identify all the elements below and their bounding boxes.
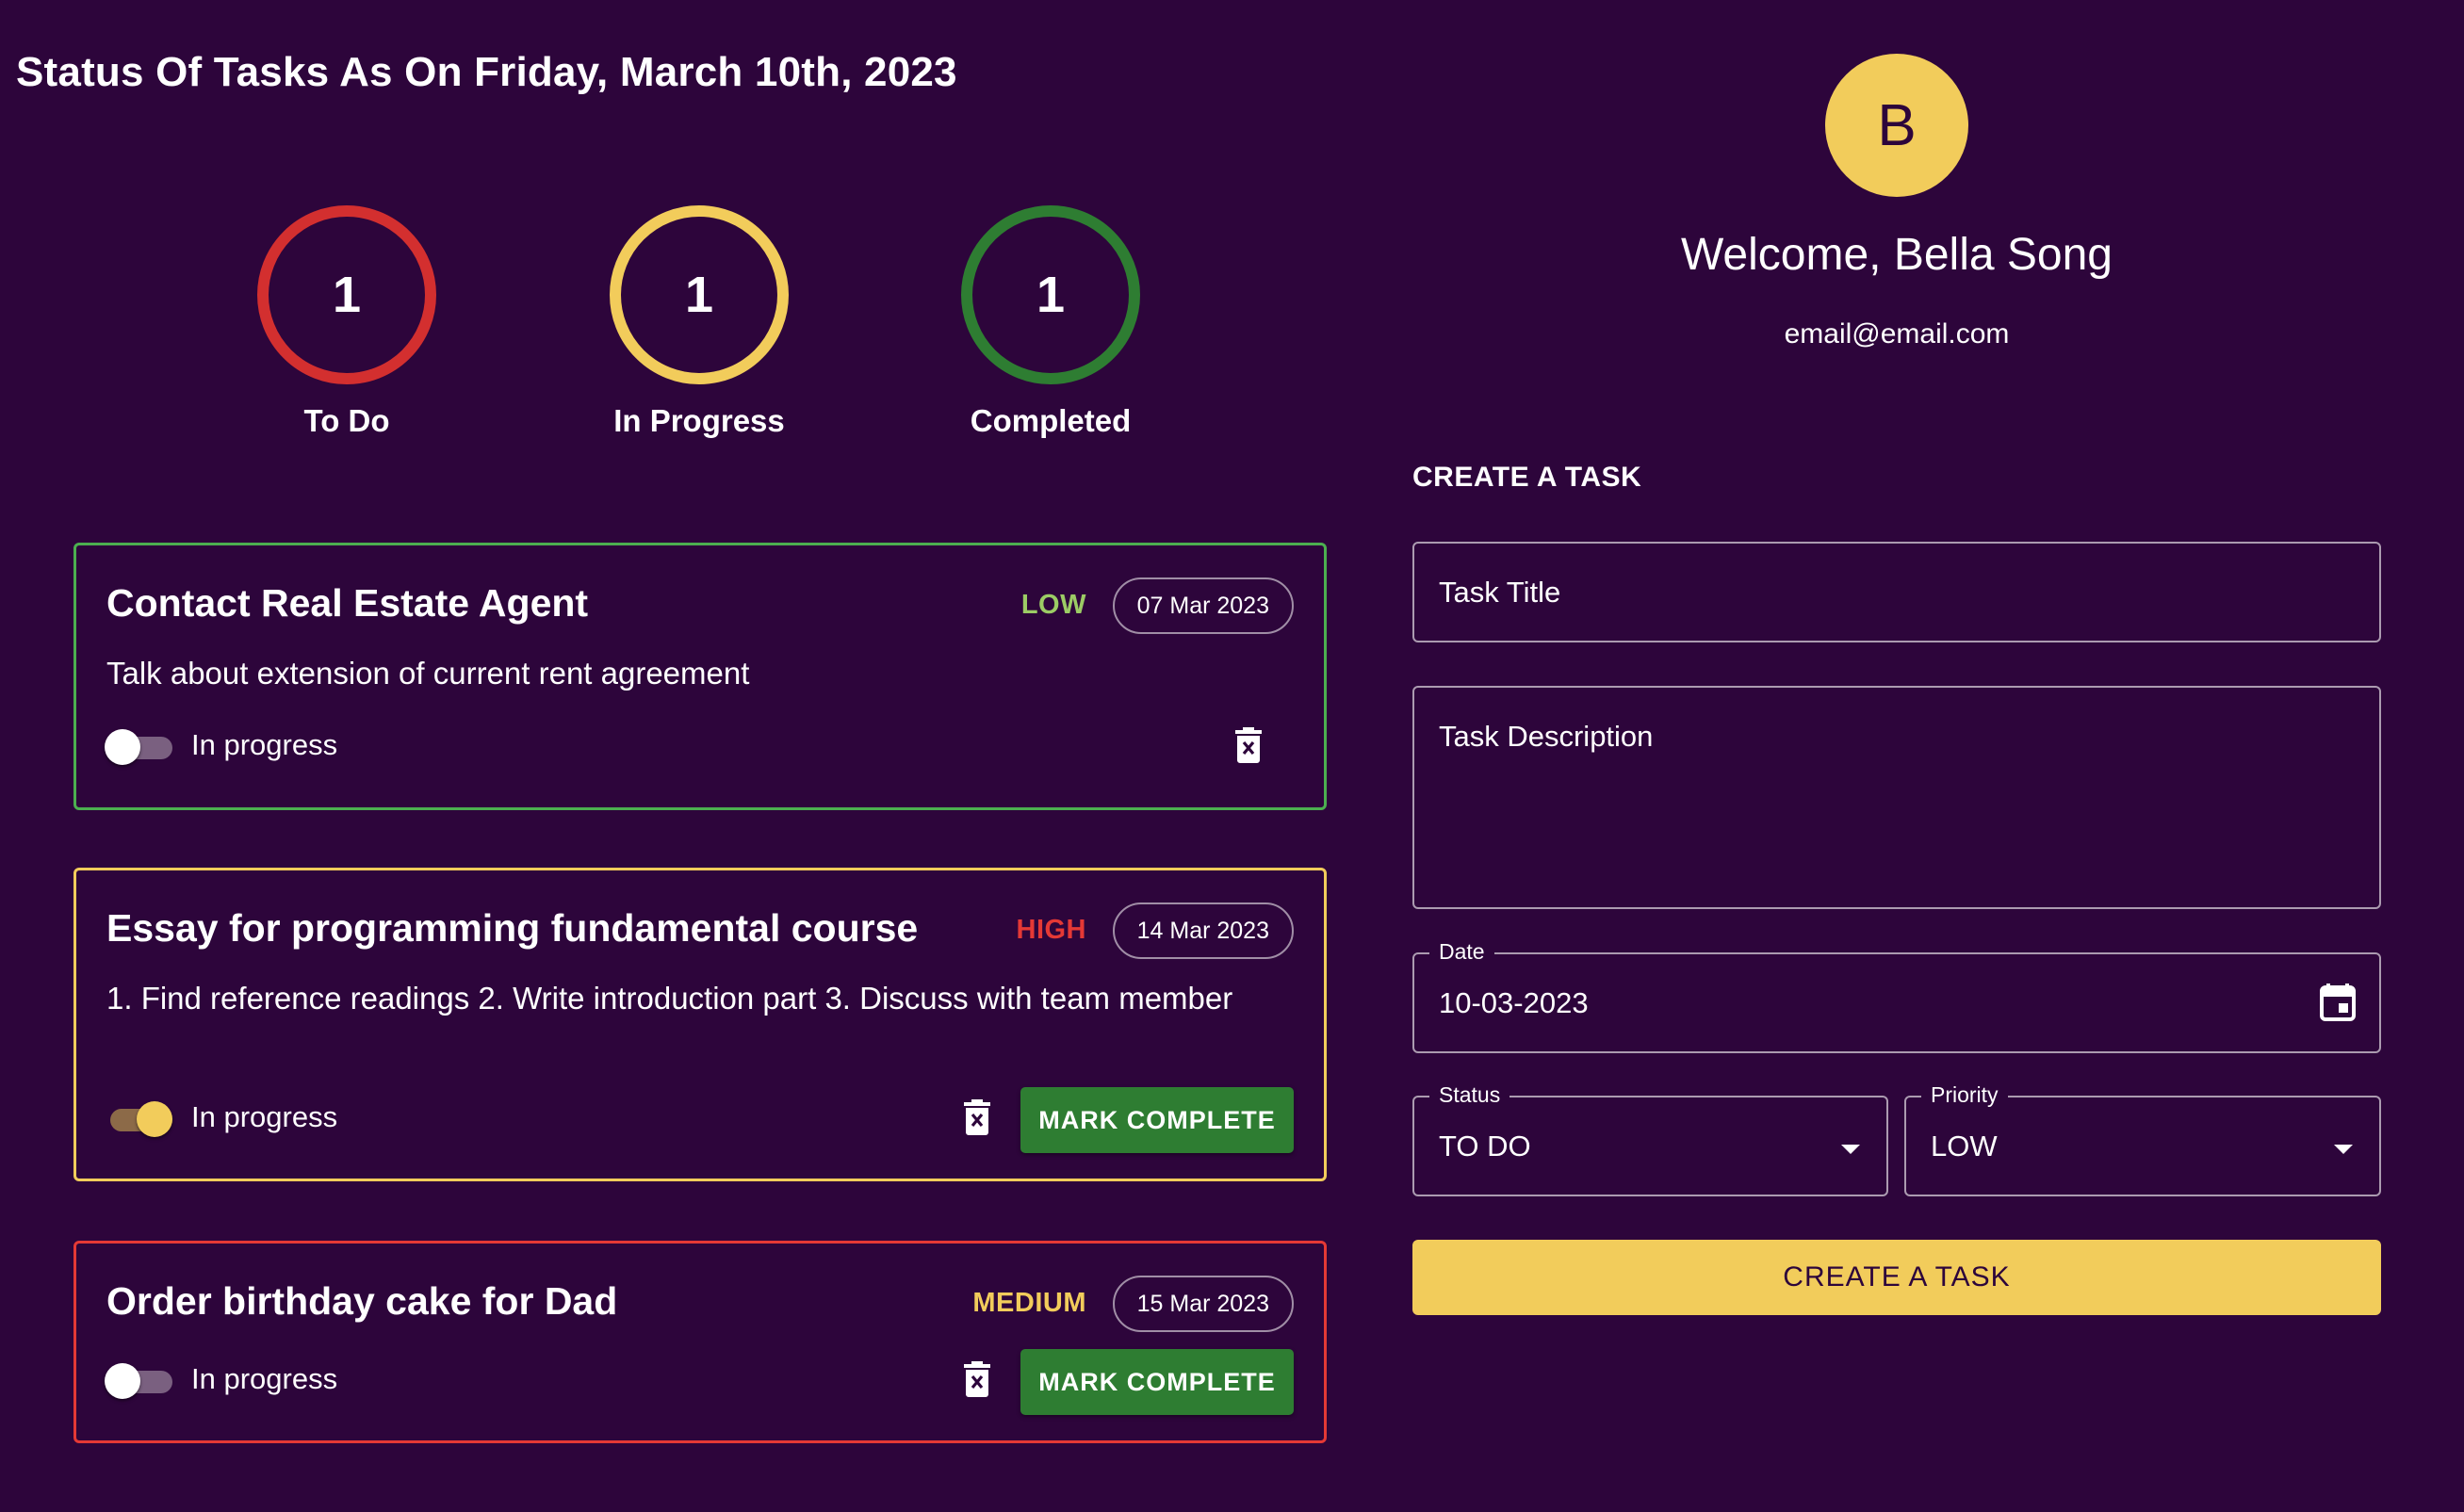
mark-complete-button[interactable]: MARK COMPLETE [1020, 1087, 1294, 1153]
todo-count-ring: 1 [257, 205, 436, 384]
task-title: Contact Real Estate Agent [106, 581, 589, 625]
calendar-icon[interactable] [2319, 983, 2357, 1022]
create-task-button[interactable]: CREATE A TASK [1412, 1240, 2381, 1315]
completed-label: Completed [970, 403, 1132, 438]
date-label: Date [1429, 939, 1494, 965]
task-card: Essay for programming fundamental course… [73, 868, 1327, 1181]
toggle-label: In progress [191, 1362, 338, 1395]
welcome-text: Welcome, Bella Song [1680, 230, 2113, 280]
avatar: B [1825, 54, 1968, 197]
toggle-label: In progress [191, 728, 338, 761]
task-card: Order birthday cake for Dad MEDIUM 15 Ma… [73, 1241, 1327, 1443]
task-description: Talk about extension of current rent agr… [106, 656, 750, 691]
in-progress-toggle[interactable] [105, 726, 172, 765]
todo-label: To Do [303, 403, 390, 438]
status-select[interactable]: Status TO DO [1412, 1082, 1888, 1196]
task-title: Order birthday cake for Dad [106, 1279, 618, 1323]
status-label: Status [1429, 1082, 1510, 1108]
in-progress-toggle[interactable] [105, 1360, 172, 1399]
task-description: 1. Find reference readings 2. Write intr… [106, 981, 1233, 1016]
completed-count-ring: 1 [961, 205, 1140, 384]
date-field[interactable]: Date 10-03-2023 [1412, 939, 2381, 1053]
priority-badge: MEDIUM [972, 1288, 1086, 1318]
task-description-placeholder: Task Description [1439, 720, 1654, 753]
toggle-label: In progress [191, 1100, 338, 1133]
user-email: email@email.com [1784, 318, 2010, 350]
task-title: Essay for programming fundamental course [106, 906, 919, 950]
trash-icon[interactable] [1233, 726, 1264, 764]
priority-badge: LOW [1020, 590, 1086, 620]
due-date-chip: 15 Mar 2023 [1112, 1276, 1294, 1332]
mark-complete-button[interactable]: MARK COMPLETE [1020, 1349, 1294, 1415]
in-progress-label: In Progress [613, 403, 785, 438]
priority-label: Priority [1921, 1082, 2008, 1108]
due-date-chip: 14 Mar 2023 [1112, 902, 1294, 959]
chevron-down-icon [2334, 1145, 2353, 1154]
trash-icon[interactable] [962, 1098, 992, 1136]
stat-in-progress: 1 In Progress [610, 205, 789, 439]
priority-select[interactable]: Priority LOW [1904, 1082, 2381, 1196]
trash-icon[interactable] [962, 1360, 992, 1398]
in-progress-toggle[interactable] [105, 1098, 172, 1137]
due-date-chip: 07 Mar 2023 [1112, 577, 1294, 634]
create-task-heading: CREATE A TASK [1412, 462, 1642, 493]
status-value: TO DO [1439, 1130, 1531, 1162]
stat-completed: 1 Completed [961, 205, 1140, 439]
task-title-placeholder: Task Title [1439, 576, 1561, 609]
in-progress-count-ring: 1 [610, 205, 789, 384]
page-title: Status Of Tasks As On Friday, March 10th… [16, 49, 957, 95]
task-description-input[interactable]: Task Description [1412, 686, 2381, 909]
date-value: 10-03-2023 [1439, 986, 1589, 1019]
stat-todo: 1 To Do [257, 205, 436, 439]
task-card: Contact Real Estate Agent LOW 07 Mar 202… [73, 543, 1327, 810]
priority-badge: HIGH [1016, 915, 1086, 945]
task-title-input[interactable]: Task Title [1412, 542, 2381, 642]
chevron-down-icon [1841, 1145, 1860, 1154]
priority-value: LOW [1931, 1130, 1998, 1162]
